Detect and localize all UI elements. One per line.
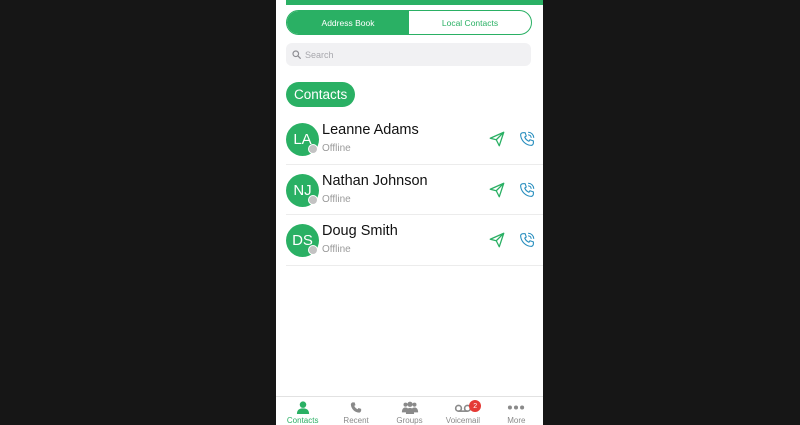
tab-contacts[interactable]: Contacts [276,397,329,425]
paper-plane-icon[interactable] [488,130,506,148]
phone-call-icon[interactable] [518,130,536,148]
contact-source-toggle: Address Book Local Contacts [286,10,532,35]
phone-call-icon[interactable] [518,231,536,249]
paper-plane-icon[interactable] [488,181,506,199]
tab-label: Voicemail [445,416,481,425]
search-input[interactable] [305,49,505,60]
contact-status: Offline [322,193,351,205]
tab-label: Recent [343,416,369,425]
segment-address-book[interactable]: Address Book [287,11,409,34]
tab-voicemail[interactable]: 2 Voicemail [436,397,489,425]
bottom-tab-bar: Contacts Recent Groups 2 Voicemail More [276,396,543,425]
group-icon [401,401,418,414]
phone-icon [350,402,362,413]
tab-label: Contacts [286,416,319,425]
contact-row[interactable]: NJ Nathan Johnson Offline [286,165,543,215]
contact-name: Leanne Adams [322,122,419,138]
segment-local-contacts[interactable]: Local Contacts [409,11,531,34]
tab-groups[interactable]: Groups [383,397,436,425]
section-header-contacts: Contacts [286,82,356,107]
voicemail-count-badge: 2 [469,400,482,412]
search-icon [292,50,301,59]
more-dots-icon [508,405,525,410]
contact-name: Nathan Johnson [322,172,428,189]
top-accent-bar [286,0,543,5]
person-icon [296,401,309,414]
phone-screen: Address Book Local Contacts Contacts LA … [276,0,543,425]
tab-label: Groups [396,416,423,425]
contact-status: Offline [322,244,351,255]
phone-call-icon[interactable] [518,181,536,199]
tab-recent[interactable]: Recent [329,397,382,425]
contact-row[interactable]: DS Doug Smith Offline [286,215,543,266]
contact-list: LA Leanne Adams Offline NJ Nathan Johnso… [286,114,543,266]
presence-indicator [308,245,318,255]
presence-indicator [308,194,318,205]
presence-indicator [308,144,318,154]
contact-status: Offline [322,143,351,154]
tab-label: More [507,416,526,425]
tab-more[interactable]: More [490,397,543,425]
paper-plane-icon[interactable] [488,231,506,249]
search-bar[interactable] [286,43,531,66]
contact-name: Doug Smith [322,223,398,239]
contact-row[interactable]: LA Leanne Adams Offline [286,114,543,165]
